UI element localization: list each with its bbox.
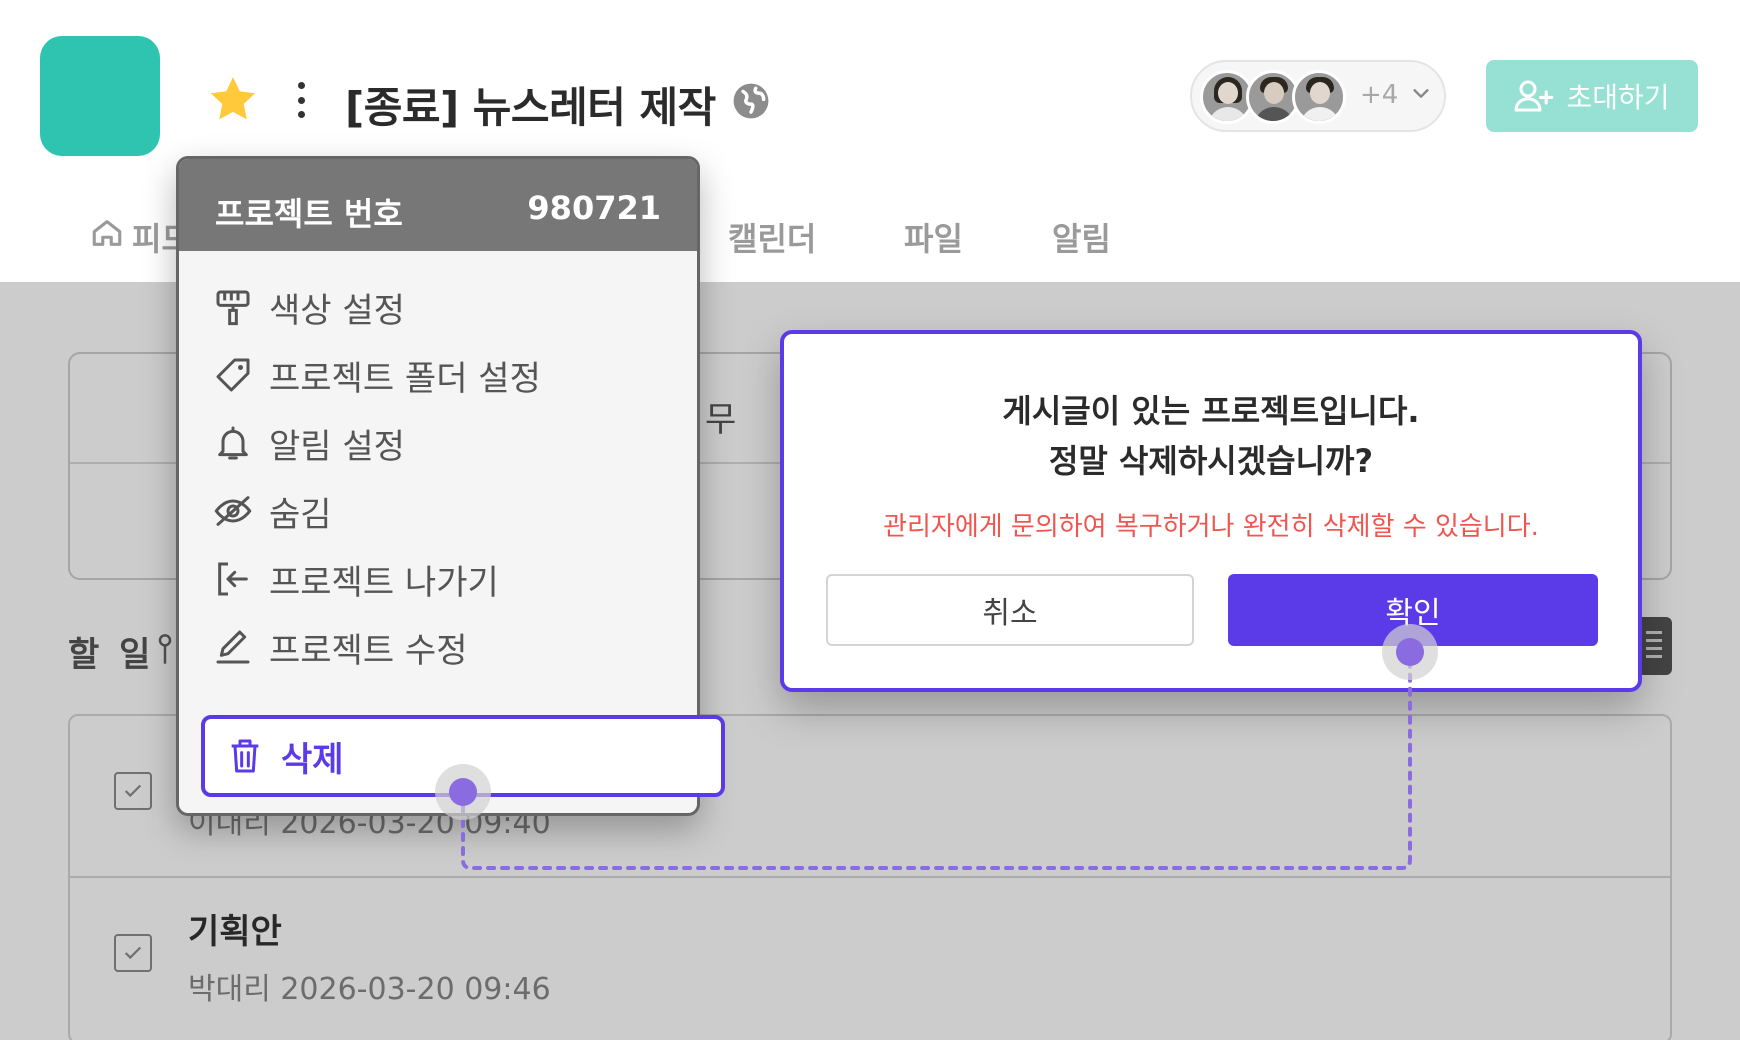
project-options-menu: 프로젝트 번호 980721 색상 설정 프로젝트 폴더 설정 알림 설정 숨김 [176,156,725,816]
exit-icon [218,562,248,596]
cancel-button[interactable]: 취소 [826,574,1194,646]
dialog-message-line2: 정말 삭제하시겠습니까? [1048,442,1374,480]
menu-item-notification-settings[interactable]: 알림 설정 [213,413,405,473]
invite-button[interactable]: 초대하기 [1486,60,1698,132]
menu-item-label: 프로젝트 수정 [269,630,468,671]
menu-item-folder-settings[interactable]: 프로젝트 폴더 설정 [213,345,541,405]
dialog-message-line1: 게시글이 있는 프로젝트입니다. [1002,392,1420,430]
delete-confirm-dialog: 게시글이 있는 프로젝트입니다. 정말 삭제하시겠습니까? 관리자에게 문의하여… [780,330,1642,692]
chevron-down-icon [1413,89,1429,98]
menu-item-delete[interactable]: 삭제 [201,715,725,797]
eye-slash-icon [214,496,252,526]
menu-item-edit-project[interactable]: 프로젝트 수정 [213,617,468,677]
project-title: [종료] 뉴스레터 제작 [345,83,716,132]
more-options-icon[interactable] [290,78,312,122]
pen-icon [216,630,250,664]
project-logo [40,36,160,156]
project-number-label: 프로젝트 번호 [215,195,403,233]
project-number-value: 980721 [527,189,661,227]
project-number-header: 프로젝트 번호 980721 [179,159,697,251]
tag-icon [216,358,250,392]
menu-item-label: 알림 설정 [269,426,405,467]
menu-item-label: 숨김 [269,494,332,535]
paint-roller-icon [216,290,250,326]
menu-item-label: 색상 설정 [269,290,405,331]
tab-files[interactable]: 파일 [904,214,963,260]
menu-item-color-settings[interactable]: 색상 설정 [213,277,405,337]
globe-icon [733,83,769,119]
member-avatars[interactable]: +4 [1190,60,1446,132]
menu-item-label: 프로젝트 나가기 [269,562,499,603]
tab-notifications[interactable]: 알림 [1052,214,1111,260]
delete-label: 삭제 [281,739,344,780]
trash-icon [231,739,259,773]
bell-icon [218,426,248,460]
menu-item-label: 프로젝트 폴더 설정 [269,358,541,399]
confirm-button[interactable]: 확인 [1228,574,1598,646]
menu-item-hide[interactable]: 숨김 [213,481,332,541]
member-count: +4 [1360,80,1399,110]
home-icon [92,220,122,246]
menu-item-leave-project[interactable]: 프로젝트 나가기 [213,549,499,609]
tab-calendar[interactable]: 캘린더 [728,214,816,260]
avatar [1292,70,1346,124]
add-user-icon [1515,80,1554,112]
favorite-star-icon[interactable] [205,72,261,128]
dialog-warning: 관리자에게 문의하여 복구하거나 완전히 삭제할 수 있습니다. [883,512,1539,542]
invite-label: 초대하기 [1566,81,1670,114]
